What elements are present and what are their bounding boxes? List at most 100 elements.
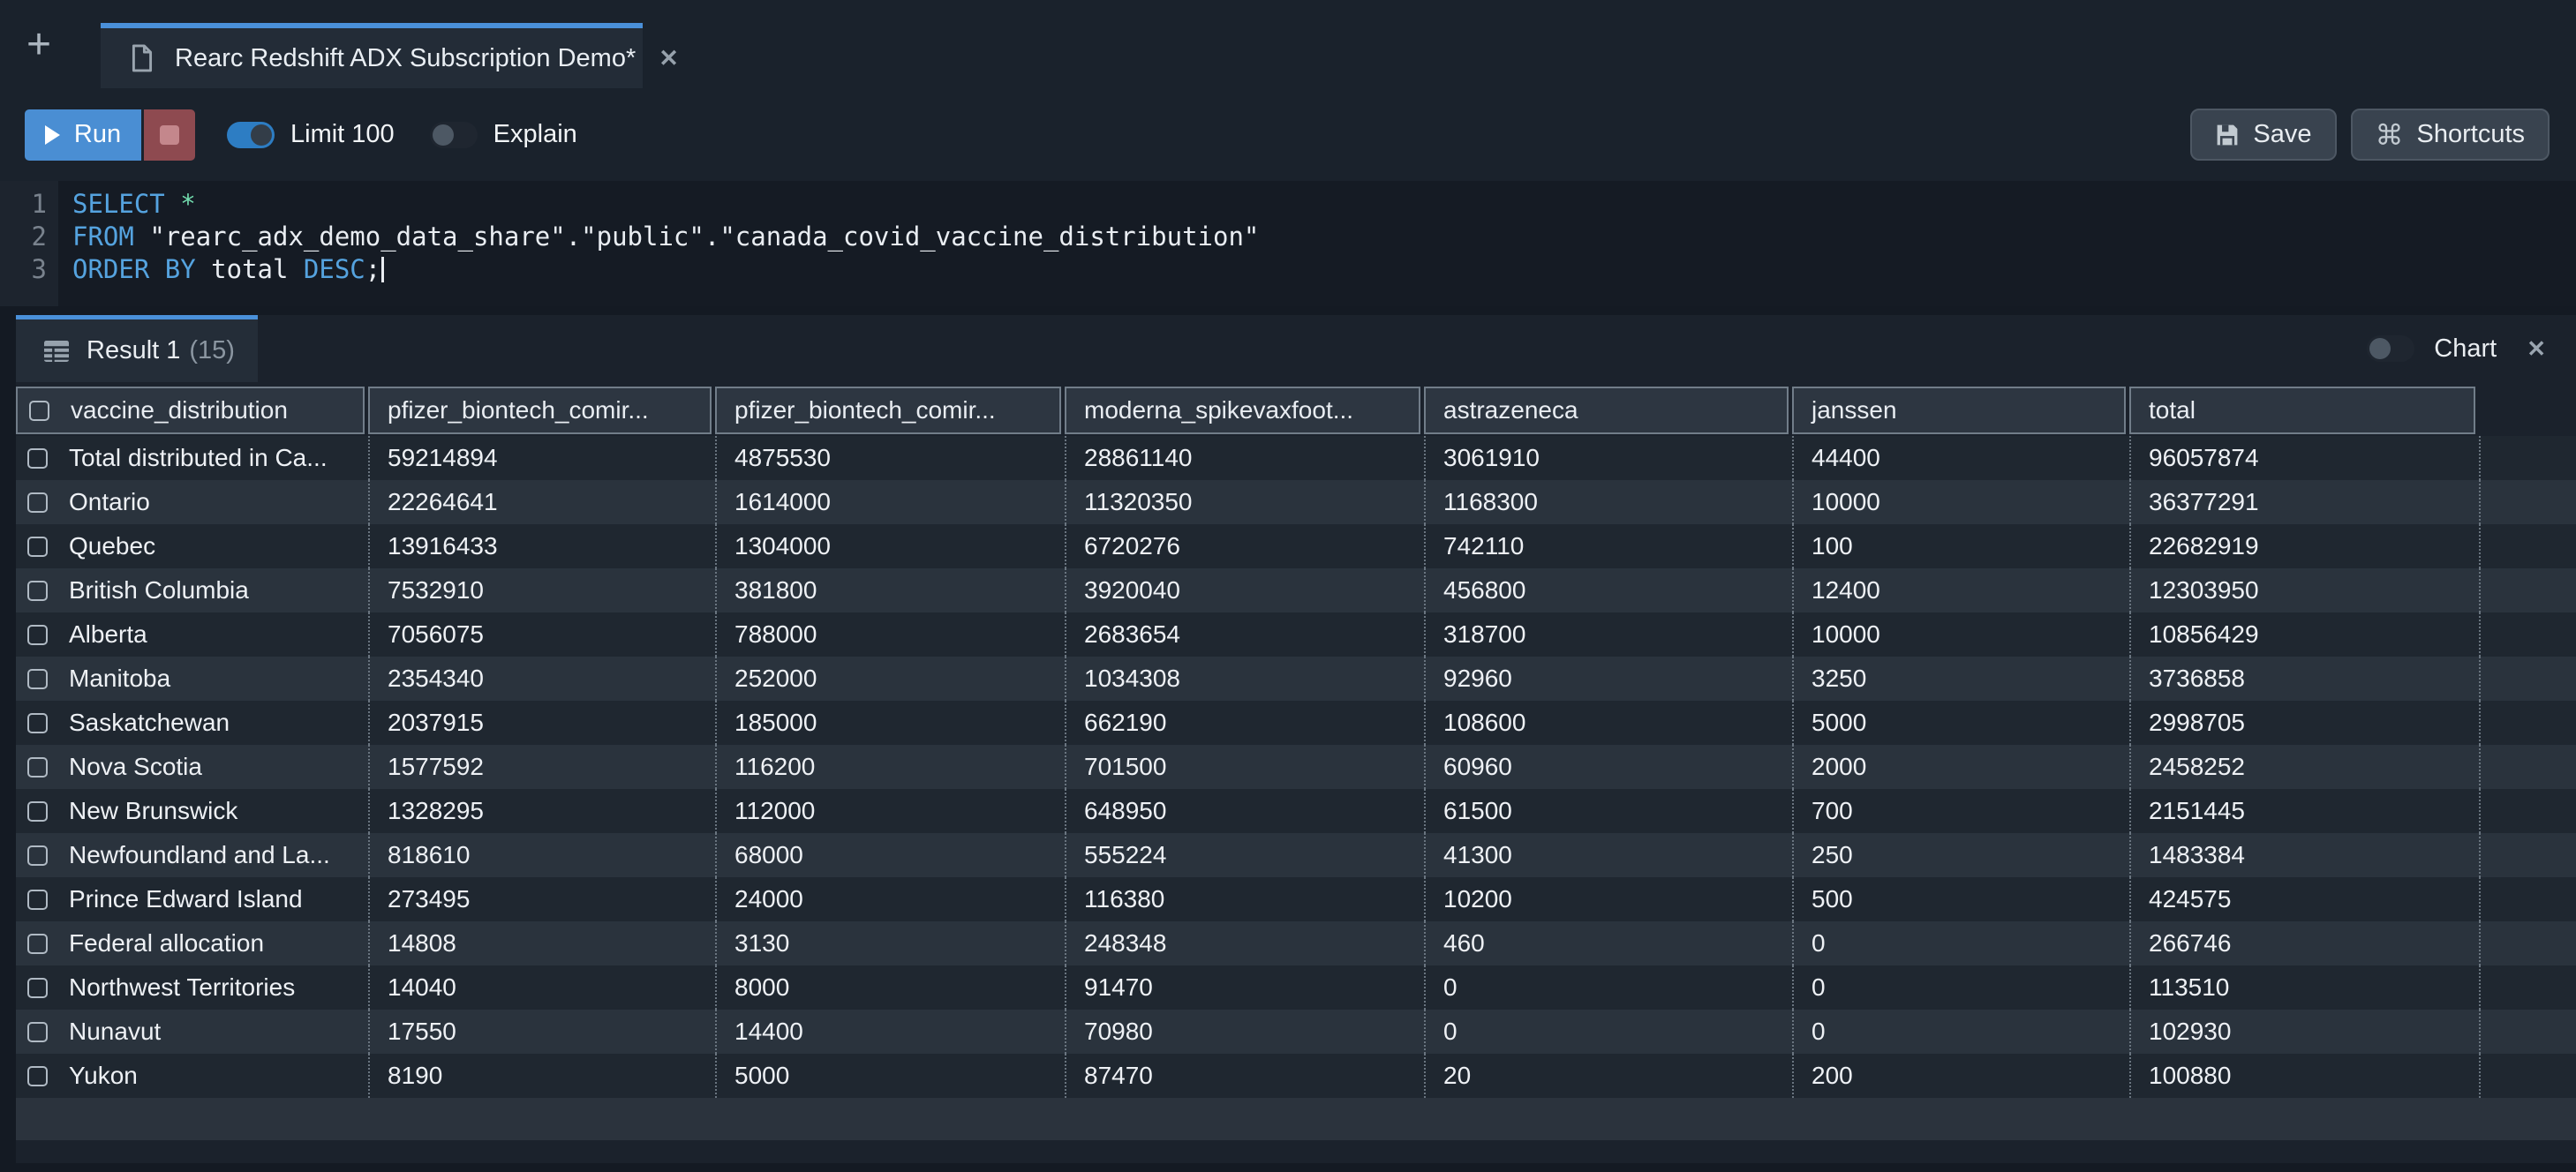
row-filler xyxy=(2479,524,2576,568)
run-button[interactable]: Run xyxy=(25,109,141,161)
table-cell: 100 xyxy=(1792,524,2129,568)
explain-toggle-label: Explain xyxy=(493,120,577,149)
tab-close-icon[interactable]: ✕ xyxy=(659,45,679,72)
table-cell: 96057874 xyxy=(2129,436,2479,480)
row-checkbox[interactable] xyxy=(27,713,48,733)
table-row: Nova Scotia15775921162007015006096020002… xyxy=(16,745,2576,789)
table-cell: 12303950 xyxy=(2129,568,2479,612)
cell-value: 61500 xyxy=(1443,797,1512,825)
row-checkbox[interactable] xyxy=(27,890,48,910)
table-cell: 252000 xyxy=(715,657,1065,701)
table-row: New Brunswick132829511200064895061500700… xyxy=(16,789,2576,833)
table-cell: 5000 xyxy=(715,1054,1065,1098)
sql-toolbar: Run Limit 100 Explain Save ⌘ Shortcuts xyxy=(0,88,2576,181)
table-cell: 10000 xyxy=(1792,612,2129,657)
code-segment: FROM xyxy=(72,222,134,252)
row-checkbox[interactable] xyxy=(27,581,48,601)
editor-tab[interactable]: Rearc Redshift ADX Subscription Demo* ✕ xyxy=(101,23,643,88)
column-header-moderna-spikevaxfoot[interactable]: moderna_spikevaxfoot... xyxy=(1065,387,1420,434)
results-close-icon[interactable]: ✕ xyxy=(2527,335,2546,363)
table-cell: 17550 xyxy=(368,1010,715,1054)
cell-value: 14808 xyxy=(388,929,456,958)
cell-value: 248348 xyxy=(1084,929,1166,958)
column-header-vaccine-distribution[interactable]: vaccine_distribution xyxy=(16,387,365,434)
table-cell: Nova Scotia xyxy=(16,745,368,789)
cell-value: 87470 xyxy=(1084,1062,1153,1090)
sql-editor[interactable]: 123 SELECT *FROM "rearc_adx_demo_data_sh… xyxy=(0,181,2576,306)
cell-value: 0 xyxy=(1811,973,1826,1002)
column-header-janssen[interactable]: janssen xyxy=(1792,387,2126,434)
cell-value: 648950 xyxy=(1084,797,1166,825)
row-filler xyxy=(2479,612,2576,657)
table-cell: 1034308 xyxy=(1065,657,1424,701)
cell-value: 14400 xyxy=(734,1018,803,1046)
column-header-pfizer-biontech-comir[interactable]: pfizer_biontech_comir... xyxy=(715,387,1061,434)
table-cell: 116380 xyxy=(1065,877,1424,921)
shortcuts-button-label: Shortcuts xyxy=(2417,120,2526,149)
column-header-label: pfizer_biontech_comir... xyxy=(388,396,649,424)
cell-value: 17550 xyxy=(388,1018,456,1046)
row-checkbox[interactable] xyxy=(27,1022,48,1042)
row-filler xyxy=(2479,1010,2576,1054)
row-checkbox[interactable] xyxy=(27,669,48,689)
save-button[interactable]: Save xyxy=(2190,109,2336,161)
editor-gutter: 123 xyxy=(0,181,58,306)
table-cell: 20 xyxy=(1424,1054,1792,1098)
select-all-checkbox[interactable] xyxy=(29,401,49,421)
row-checkbox[interactable] xyxy=(27,801,48,822)
explain-toggle[interactable] xyxy=(430,122,478,148)
column-header-total[interactable]: total xyxy=(2129,387,2475,434)
table-cell: 3130 xyxy=(715,921,1065,965)
cell-value: New Brunswick xyxy=(69,797,237,825)
column-header-label: astrazeneca xyxy=(1443,396,1578,424)
row-checkbox[interactable] xyxy=(27,448,48,469)
editor-code[interactable]: SELECT *FROM "rearc_adx_demo_data_share"… xyxy=(58,181,2576,306)
column-header-astrazeneca[interactable]: astrazeneca xyxy=(1424,387,1789,434)
limit-toggle[interactable] xyxy=(227,122,275,148)
result-tab[interactable]: Result 1 (15) xyxy=(16,315,258,382)
table-cell: 10856429 xyxy=(2129,612,2479,657)
row-checkbox[interactable] xyxy=(27,978,48,998)
cell-value: 96057874 xyxy=(2149,444,2259,472)
table-cell: 10200 xyxy=(1424,877,1792,921)
stop-button[interactable] xyxy=(144,109,195,161)
table-cell: Northwest Territories xyxy=(16,965,368,1010)
table-cell: New Brunswick xyxy=(16,789,368,833)
cell-value: 100880 xyxy=(2149,1062,2231,1090)
code-segment: total xyxy=(196,254,304,284)
cell-value: 2151445 xyxy=(2149,797,2245,825)
shortcuts-button[interactable]: ⌘ Shortcuts xyxy=(2351,109,2550,161)
row-checkbox[interactable] xyxy=(27,625,48,645)
table-cell: 1577592 xyxy=(368,745,715,789)
cell-value: 10200 xyxy=(1443,885,1512,913)
row-checkbox[interactable] xyxy=(27,537,48,557)
play-icon xyxy=(45,125,60,145)
row-filler xyxy=(2479,480,2576,524)
cell-value: 102930 xyxy=(2149,1018,2231,1046)
table-cell: 818610 xyxy=(368,833,715,877)
row-checkbox[interactable] xyxy=(27,845,48,866)
row-checkbox[interactable] xyxy=(27,757,48,778)
cell-value: 700 xyxy=(1811,797,1853,825)
chart-controls: Chart ✕ xyxy=(2367,334,2546,364)
table-cell: Alberta xyxy=(16,612,368,657)
cell-value: 1614000 xyxy=(734,488,831,516)
table-cell: Nunavut xyxy=(16,1010,368,1054)
cell-value: 273495 xyxy=(388,885,470,913)
row-checkbox[interactable] xyxy=(27,934,48,954)
chart-toggle-label: Chart xyxy=(2434,334,2497,364)
row-checkbox[interactable] xyxy=(27,1066,48,1086)
table-cell: Newfoundland and La... xyxy=(16,833,368,877)
new-tab-button[interactable]: + xyxy=(12,0,65,88)
table-row: Prince Edward Island27349524000116380102… xyxy=(16,877,2576,921)
cell-value: 2458252 xyxy=(2149,753,2245,781)
row-filler xyxy=(2479,657,2576,701)
cell-value: 68000 xyxy=(734,841,803,869)
chart-toggle[interactable] xyxy=(2367,335,2414,362)
table-cell: 2000 xyxy=(1792,745,2129,789)
cell-value: 36377291 xyxy=(2149,488,2259,516)
row-checkbox[interactable] xyxy=(27,492,48,513)
column-header-pfizer-biontech-comir[interactable]: pfizer_biontech_comir... xyxy=(368,387,712,434)
table-cell: 24000 xyxy=(715,877,1065,921)
table-cell: 788000 xyxy=(715,612,1065,657)
